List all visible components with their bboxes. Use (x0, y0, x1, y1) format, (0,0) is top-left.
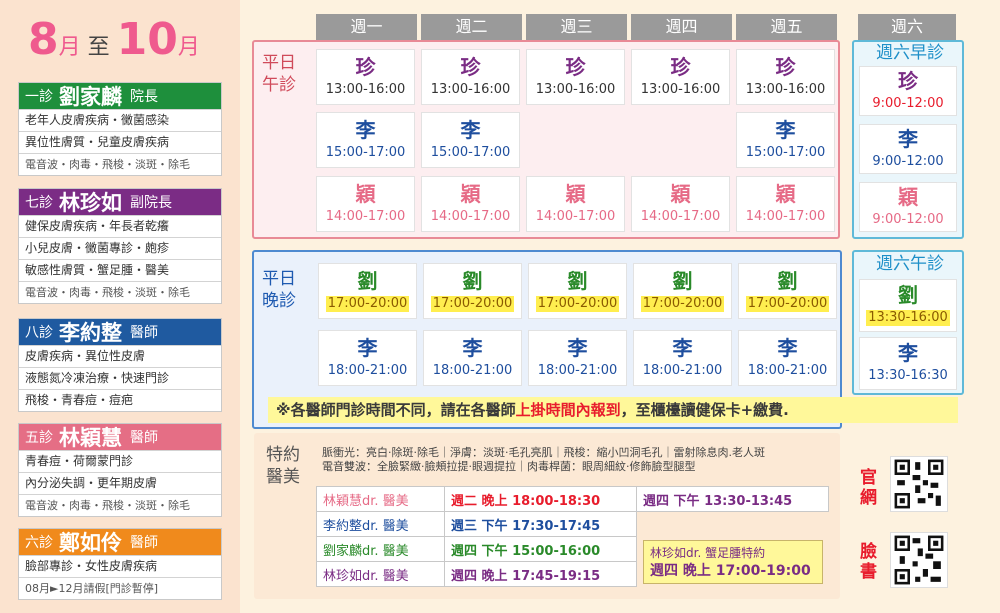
slot-wed-ying: 穎 14:00-17:00 (526, 176, 625, 232)
official-site-label: 官網 (860, 468, 877, 508)
doctor-specialty: 電音波・肉毒・飛梭・淡斑・除毛 (19, 153, 221, 175)
slot-sat-zhen: 珍 9:00-12:00 (859, 66, 957, 116)
official-site-qr[interactable] (890, 456, 948, 512)
slot-tue-li: 李 15:00-17:00 (421, 112, 520, 168)
doctor-specialty: 臉部專診・女性皮膚疾病 (19, 555, 221, 577)
day-header-wed: 週三 (526, 14, 627, 40)
slot-sat-li: 李 9:00-12:00 (859, 124, 957, 174)
day-header-thu: 週四 (631, 14, 732, 40)
doctor-header: 八診 李約整 醫師 (19, 319, 221, 345)
doctor-card: 六診 鄭如伶 醫師 臉部專診・女性皮膚疾病 08月►12月請假[門診暫停] (18, 528, 222, 600)
doctor-panel: 8月 至 10月 一診 劉家麟 院長 老年人皮膚疾病・黴菌感染 異位性膚質・兒童皮膚… (0, 0, 240, 613)
slot-wed-li-eve: 李 18:00-21:00 (528, 330, 627, 386)
slot-tue-li-eve: 李 18:00-21:00 (423, 330, 522, 386)
slot-wed-liu: 劉 17:00-20:00 (528, 263, 627, 319)
slot-fri-li: 李 15:00-17:00 (736, 112, 835, 168)
doctor-specialty: 老年人皮膚疾病・黴菌感染 (19, 109, 221, 131)
slot-fri-li-eve: 李 18:00-21:00 (738, 330, 837, 386)
session-label-sat-afternoon: 週六午診 (876, 254, 944, 274)
doctor-specialty: 電音波・肉毒・飛梭・淡斑・除毛 (19, 494, 221, 516)
special-table: 林穎慧dr. 醫美 週二 晚上 18:00-18:30 週四 下午 13:30-… (316, 486, 829, 587)
period-title: 8月 至 10月 (28, 14, 200, 65)
doctor-card: 八診 李約整 醫師 皮膚疾病・異位性皮膚 液態氮冷凍治療・快速門診 飛梭・青春痘・痘… (18, 318, 222, 412)
slot-fri-ying: 穎 14:00-17:00 (736, 176, 835, 232)
aesthetic-services: 脈衝光：亮白‧除斑‧除毛｜淨膚：淡斑‧毛孔亮肌｜飛梭：縮小凹洞毛孔｜雷射除息肉.… (322, 446, 765, 473)
facebook-label: 臉書 (860, 542, 877, 582)
doctor-specialty: 青春痘・荷爾蒙門診 (19, 450, 221, 472)
doctor-specialty: 異位性膚質・兒童皮膚疾病 (19, 131, 221, 153)
slot-thu-zhen: 珍 13:00-16:00 (631, 49, 730, 105)
doctor-specialty: 敏感性膚質・蟹足腫・醫美 (19, 259, 221, 281)
doctor-header: 一診 劉家麟 院長 (19, 83, 221, 109)
day-header-sat: 週六 (858, 14, 956, 40)
doctor-card: 一診 劉家麟 院長 老年人皮膚疾病・黴菌感染 異位性膚質・兒童皮膚疾病 電音波・肉毒… (18, 82, 222, 176)
check-in-notice: ※各醫師門診時間不同，請在各醫師上掛時間內報到，至櫃檯讀健保卡+繳費. (268, 397, 958, 423)
slot-sat-ying: 穎 9:00-12:00 (859, 182, 957, 232)
slot-tue-ying: 穎 14:00-17:00 (421, 176, 520, 232)
slot-fri-zhen: 珍 13:00-16:00 (736, 49, 835, 105)
doctor-header: 五診 林穎慧 醫師 (19, 424, 221, 450)
leave-notice: 08月►12月請假[門診暫停] (19, 577, 221, 599)
doctor-specialty: 電音波・肉毒・飛梭・淡斑・除毛 (19, 281, 221, 303)
slot-sat-liu: 劉 13:30-16:00 (859, 279, 957, 332)
day-header-mon: 週一 (316, 14, 417, 40)
session-label-special: 特約 醫美 (266, 445, 300, 487)
slot-fri-liu: 劉 17:00-20:00 (738, 263, 837, 319)
day-header-tue: 週二 (421, 14, 522, 40)
doctor-header: 七診 林珍如 副院長 (19, 189, 221, 215)
doctor-specialty: 小兒皮膚・黴菌專診・皰疹 (19, 237, 221, 259)
slot-mon-ying: 穎 14:00-17:00 (316, 176, 415, 232)
slot-mon-li: 李 15:00-17:00 (316, 112, 415, 168)
slot-thu-liu: 劉 17:00-20:00 (633, 263, 732, 319)
session-label-evening: 平日 晚診 (262, 269, 296, 311)
slot-mon-zhen: 珍 13:00-16:00 (316, 49, 415, 105)
slot-sat-li-pm: 李 13:30-16:30 (859, 337, 957, 390)
slot-tue-liu: 劉 17:00-20:00 (423, 263, 522, 319)
doctor-specialty: 液態氮冷凍治療・快速門診 (19, 367, 221, 389)
doctor-specialty: 飛梭・青春痘・痘疤 (19, 389, 221, 411)
doctor-header: 六診 鄭如伶 醫師 (19, 529, 221, 555)
slot-mon-liu: 劉 17:00-20:00 (318, 263, 417, 319)
keloid-special: 林珍如dr. 蟹足腫特約 週四 晚上 17:00-19:00 (643, 539, 823, 584)
facebook-qr[interactable] (890, 532, 948, 588)
table-row: 劉家麟dr. 醫美 週四 下午 15:00-16:00 林珍如dr. 蟹足腫特約… (316, 536, 829, 584)
slot-thu-li-eve: 李 18:00-21:00 (633, 330, 732, 386)
slot-mon-li-eve: 李 18:00-21:00 (318, 330, 417, 386)
doctor-card: 五診 林穎慧 醫師 青春痘・荷爾蒙門診 內分泌失調・更年期皮膚 電音波・肉毒・飛梭・… (18, 423, 222, 517)
session-label-afternoon: 平日 午診 (262, 53, 296, 95)
day-header-fri: 週五 (736, 14, 837, 40)
doctor-specialty: 健保皮膚疾病・年長者乾癢 (19, 215, 221, 237)
slot-tue-zhen: 珍 13:00-16:00 (421, 49, 520, 105)
table-row: 李約整dr. 醫美 週三 下午 17:30-17:45 (316, 511, 829, 537)
table-row: 林穎慧dr. 醫美 週二 晚上 18:00-18:30 週四 下午 13:30-… (316, 486, 829, 512)
session-label-sat-morning: 週六早診 (876, 43, 944, 63)
slot-thu-ying: 穎 14:00-17:00 (631, 176, 730, 232)
doctor-card: 七診 林珍如 副院長 健保皮膚疾病・年長者乾癢 小兒皮膚・黴菌專診・皰疹 敏感性膚質… (18, 188, 222, 304)
doctor-specialty: 內分泌失調・更年期皮膚 (19, 472, 221, 494)
slot-wed-zhen: 珍 13:00-16:00 (526, 49, 625, 105)
doctor-specialty: 皮膚疾病・異位性皮膚 (19, 345, 221, 367)
